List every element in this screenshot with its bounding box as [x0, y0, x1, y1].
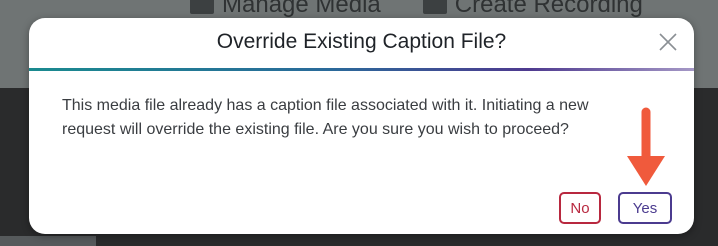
media-icon: [190, 0, 214, 14]
yes-button[interactable]: Yes: [618, 192, 672, 224]
dialog-message: This media file already has a caption fi…: [62, 97, 589, 138]
close-button[interactable]: [656, 30, 680, 54]
record-icon: [422, 0, 447, 14]
override-caption-dialog: Override Existing Caption File? This med…: [29, 18, 694, 234]
header-divider: [29, 68, 694, 71]
create-recording-tool: Create Recording: [422, 0, 643, 19]
dialog-title: Override Existing Caption File?: [216, 30, 507, 53]
dialog-header: Override Existing Caption File?: [29, 18, 694, 68]
no-button[interactable]: No: [559, 192, 601, 224]
background-footer-strip: [0, 236, 96, 246]
manage-media-label: Manage Media: [222, 0, 381, 18]
close-icon: [659, 33, 677, 51]
screen: Manage Media Create Recording Override E…: [0, 0, 718, 246]
create-recording-label: Create Recording: [454, 0, 643, 18]
manage-media-tool: Manage Media: [190, 0, 381, 19]
background-toolbar: Manage Media Create Recording: [190, 0, 643, 19]
